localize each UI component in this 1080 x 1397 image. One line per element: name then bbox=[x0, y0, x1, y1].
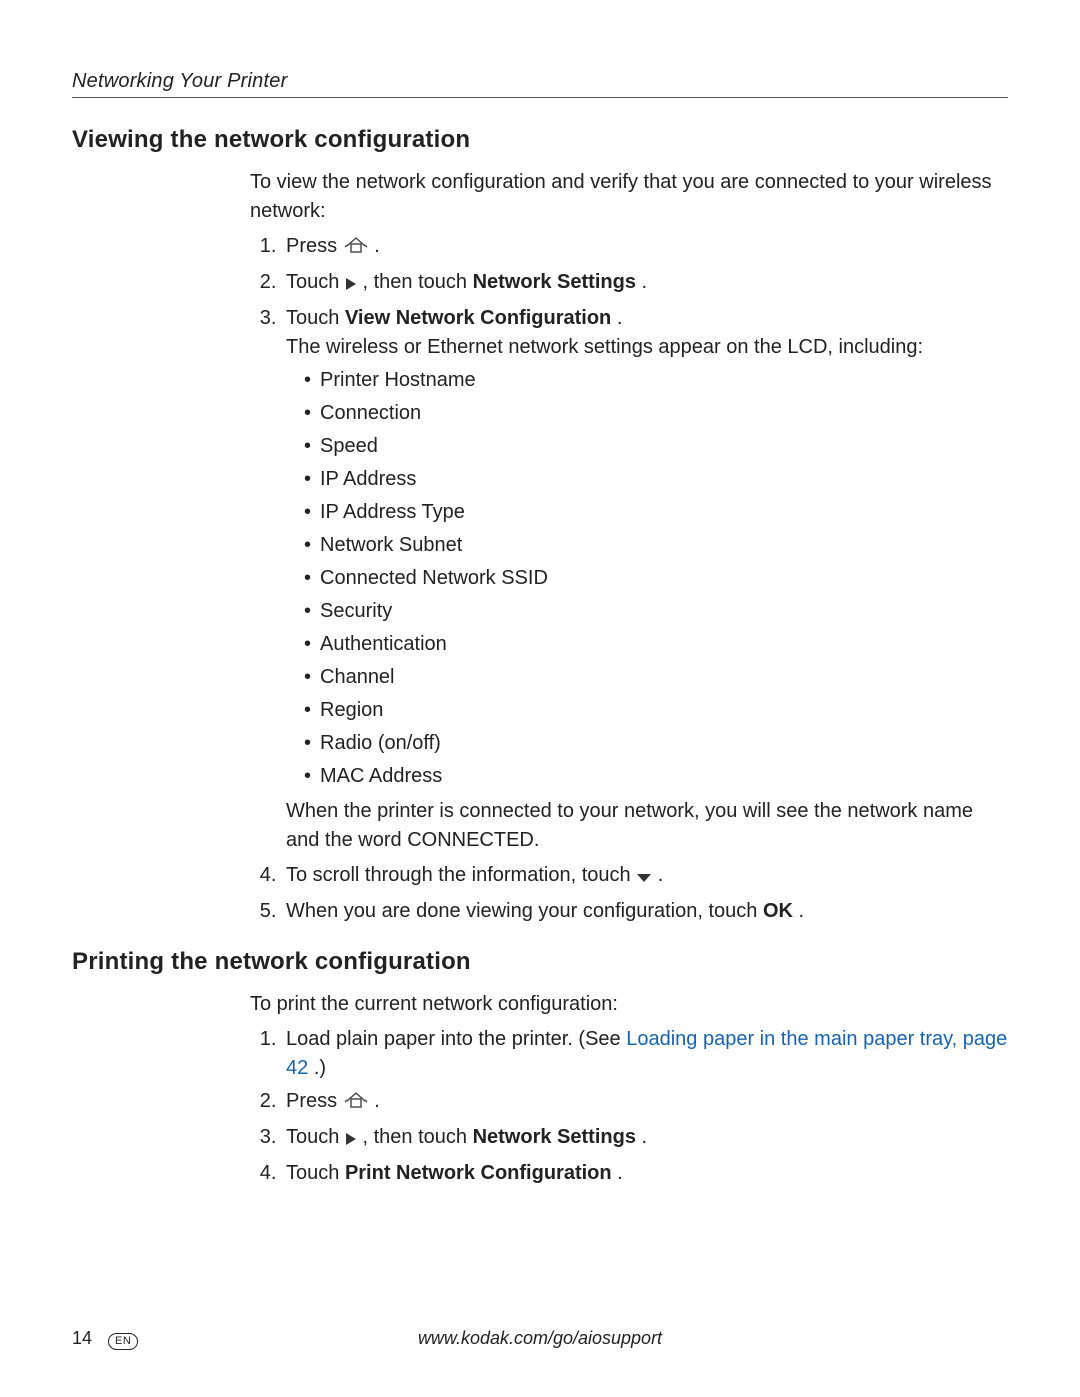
list-item: Speed bbox=[304, 432, 1008, 461]
list-item: Region bbox=[304, 696, 1008, 725]
sec1-step1: Press . bbox=[282, 232, 1008, 264]
section-title-printing: Printing the network configuration bbox=[72, 948, 1008, 976]
list-item: IP Address Type bbox=[304, 498, 1008, 527]
list-item: Connection bbox=[304, 399, 1008, 428]
home-icon bbox=[343, 1090, 369, 1119]
sec1-step3-desc: The wireless or Ethernet network setting… bbox=[286, 333, 1008, 362]
list-item: IP Address bbox=[304, 465, 1008, 494]
down-arrow-icon bbox=[636, 864, 652, 893]
home-icon bbox=[343, 235, 369, 264]
section1-steps: Press . Touch , then touch Network Setti… bbox=[250, 232, 1008, 926]
play-icon bbox=[345, 1126, 357, 1155]
section2-steps: Load plain paper into the printer. (See … bbox=[250, 1025, 1008, 1188]
sec2-step2: Press . bbox=[282, 1087, 1008, 1119]
play-icon bbox=[345, 271, 357, 300]
list-item: Security bbox=[304, 597, 1008, 626]
running-head: Networking Your Printer bbox=[72, 70, 1008, 93]
list-item: Printer Hostname bbox=[304, 366, 1008, 395]
list-item: MAC Address bbox=[304, 762, 1008, 791]
list-item: Authentication bbox=[304, 630, 1008, 659]
section2-intro: To print the current network configurati… bbox=[250, 990, 1008, 1019]
list-item: Channel bbox=[304, 663, 1008, 692]
language-badge: EN bbox=[108, 1333, 138, 1350]
sec1-step4: To scroll through the information, touch… bbox=[282, 861, 1008, 893]
section-title-viewing: Viewing the network configuration bbox=[72, 126, 1008, 154]
sec2-step3: Touch , then touch Network Settings . bbox=[282, 1123, 1008, 1155]
sec2-step4: Touch Print Network Configuration . bbox=[282, 1159, 1008, 1188]
list-item: Radio (on/off) bbox=[304, 729, 1008, 758]
section1-body: To view the network configuration and ve… bbox=[250, 168, 1008, 926]
sec2-step1: Load plain paper into the printer. (See … bbox=[282, 1025, 1008, 1083]
page-number: 14 bbox=[72, 1328, 92, 1349]
section2-body: To print the current network configurati… bbox=[250, 990, 1008, 1188]
sec1-step2: Touch , then touch Network Settings . bbox=[282, 268, 1008, 300]
page-footer: 14 EN www.kodak.com/go/aiosupport bbox=[72, 1328, 1008, 1349]
header-rule bbox=[72, 97, 1008, 98]
list-item: Network Subnet bbox=[304, 531, 1008, 560]
manual-page: Networking Your Printer Viewing the netw… bbox=[0, 0, 1080, 1397]
section1-intro: To view the network configuration and ve… bbox=[250, 168, 1008, 226]
network-settings-list: Printer Hostname Connection Speed IP Add… bbox=[286, 366, 1008, 791]
sec1-after-bullets: When the printer is connected to your ne… bbox=[286, 797, 1008, 855]
sec1-step5: When you are done viewing your configura… bbox=[282, 897, 1008, 926]
footer-url: www.kodak.com/go/aiosupport bbox=[72, 1328, 1008, 1349]
sec1-step3: Touch View Network Configuration . The w… bbox=[282, 304, 1008, 855]
list-item: Connected Network SSID bbox=[304, 564, 1008, 593]
